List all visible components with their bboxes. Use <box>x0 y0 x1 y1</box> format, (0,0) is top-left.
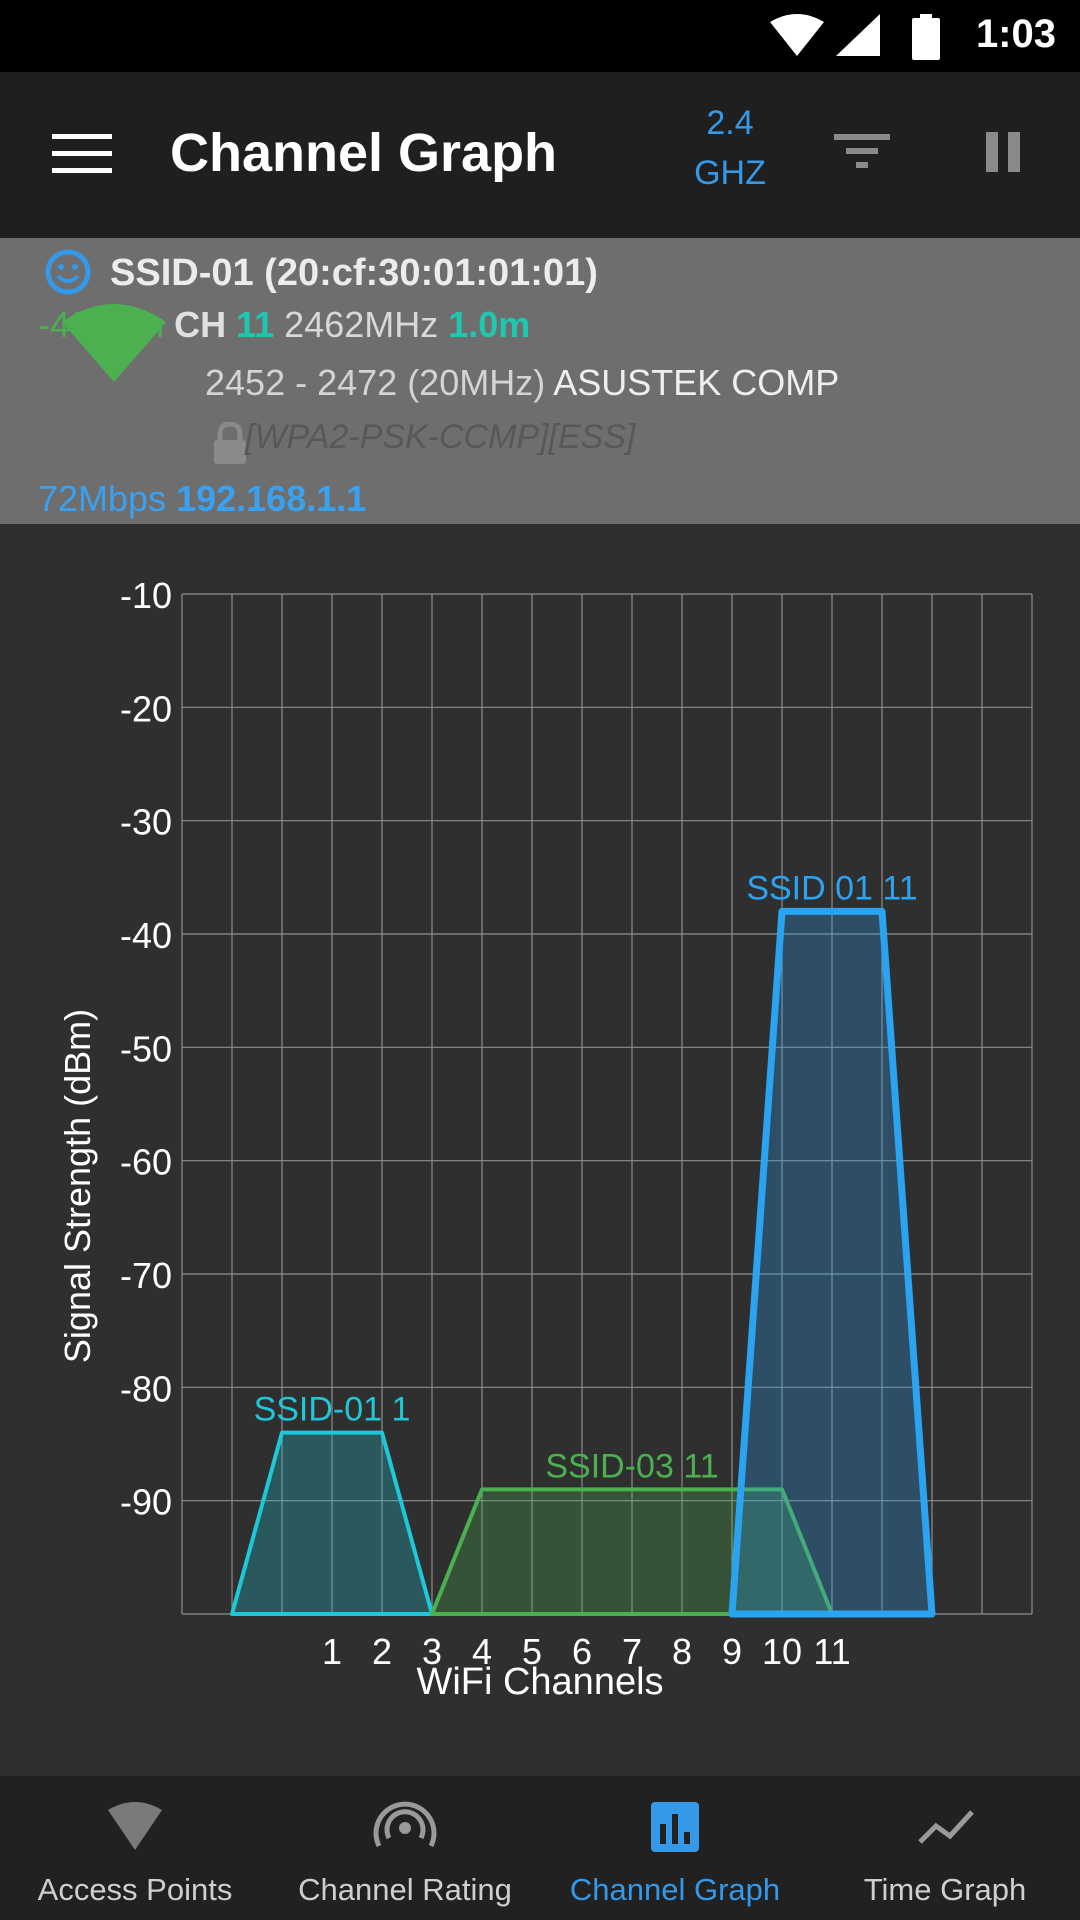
y-tick-label: -10 <box>120 575 172 616</box>
band-value: 2.4 <box>706 104 754 142</box>
nav-label: Channel Graph <box>569 1872 781 1907</box>
y-tick-label: -80 <box>120 1368 172 1409</box>
nav-label: Time Graph <box>863 1872 1027 1907</box>
status-time: 1:03 <box>975 12 1056 56</box>
channel-number: 11 <box>236 304 275 345</box>
wifi-icon <box>108 1802 162 1850</box>
battery-icon <box>912 14 940 60</box>
series-area <box>728 907 936 1618</box>
vendor-name: ASUSTEK COMP <box>553 362 840 403</box>
nav-channel-rating[interactable]: Channel Rating <box>270 1776 540 1920</box>
x-axis-label: WiFi Channels <box>416 1661 663 1703</box>
x-tick-label: 10 <box>762 1631 802 1672</box>
wifi-status-icon <box>770 14 824 56</box>
series-label: SSID 01 11 <box>746 869 917 907</box>
y-axis-ticks: -10 -20 -30 -40 -50 -60 -70 -80 -90 <box>120 575 172 1523</box>
x-tick-label: 2 <box>372 1631 392 1672</box>
security-capabilities: [WPA2-PSK-CCMP][ESS] <box>245 418 636 456</box>
nav-time-graph[interactable]: Time Graph <box>810 1776 1080 1920</box>
series-label: SSID-03 11 <box>545 1447 718 1485</box>
y-tick-label: -40 <box>120 915 172 956</box>
filter-icon[interactable] <box>832 128 892 176</box>
frequency-range-row: 2452 - 2472 (20MHz) ASUSTEK COMP <box>205 362 839 404</box>
y-tick-label: -30 <box>120 802 172 843</box>
x-tick-label: 11 <box>813 1631 850 1672</box>
y-tick-label: -90 <box>120 1482 172 1523</box>
channel-graph-chart: SSID-01 1SSID-03 11SSID 01 11 -10-20-30-… <box>57 575 1033 1703</box>
bar-chart-icon <box>651 1802 699 1852</box>
status-bar: 1:03 <box>0 0 1080 72</box>
y-tick-label: -20 <box>120 688 172 729</box>
series-label: SSID-01 1 <box>254 1391 411 1429</box>
series-area <box>230 1430 434 1616</box>
x-tick-label: 9 <box>722 1631 742 1672</box>
nav-access-points[interactable]: Access Points <box>0 1776 270 1920</box>
y-axis-label: Signal Strength (dBm) <box>57 1009 98 1363</box>
connection-ssid: SSID-01 (20:cf:30:01:01:01) <box>110 252 598 294</box>
band-toggle-button[interactable]: 2.4 GHZ <box>680 98 780 198</box>
frequency: 2462MHz <box>284 304 439 345</box>
nav-label: Channel Rating <box>298 1872 512 1907</box>
y-tick-label: -50 <box>120 1028 172 1069</box>
band-unit: GHZ <box>694 154 766 192</box>
app-bar: Channel Graph 2.4 GHZ <box>0 72 1080 238</box>
ip-address: 192.168.1.1 <box>176 478 367 519</box>
nav-label: Access Points <box>37 1872 233 1907</box>
page-title: Channel Graph <box>170 123 558 183</box>
x-tick-label: 1 <box>322 1631 342 1672</box>
distance: 1.0m <box>448 304 531 345</box>
link-speed: 72Mbps <box>38 478 167 519</box>
y-tick-label: -60 <box>120 1142 172 1183</box>
signal-rating-icon <box>373 1801 437 1848</box>
lock-icon <box>214 422 246 464</box>
connection-info-panel[interactable]: SSID-01 (20:cf:30:01:01:01) -40dBm CH 11… <box>0 238 1080 524</box>
nav-channel-graph[interactable]: Channel Graph <box>540 1776 810 1920</box>
smiley-icon <box>45 249 91 295</box>
cell-signal-icon <box>836 14 880 56</box>
wifi-strength-icon <box>62 304 166 382</box>
channel-width: (20MHz) <box>407 362 546 403</box>
y-tick-label: -70 <box>120 1255 172 1296</box>
pause-icon[interactable] <box>984 128 1024 176</box>
channel-label: CH <box>174 304 227 345</box>
menu-icon[interactable] <box>52 132 112 176</box>
line-chart-icon <box>918 1810 974 1844</box>
frequency-range: 2452 - 2472 <box>205 362 398 403</box>
bottom-navigation: Access Points Channel Rating Channel Gra… <box>0 1776 1080 1920</box>
x-tick-label: 8 <box>672 1631 692 1672</box>
link-info-row: 72Mbps 192.168.1.1 <box>38 478 366 520</box>
